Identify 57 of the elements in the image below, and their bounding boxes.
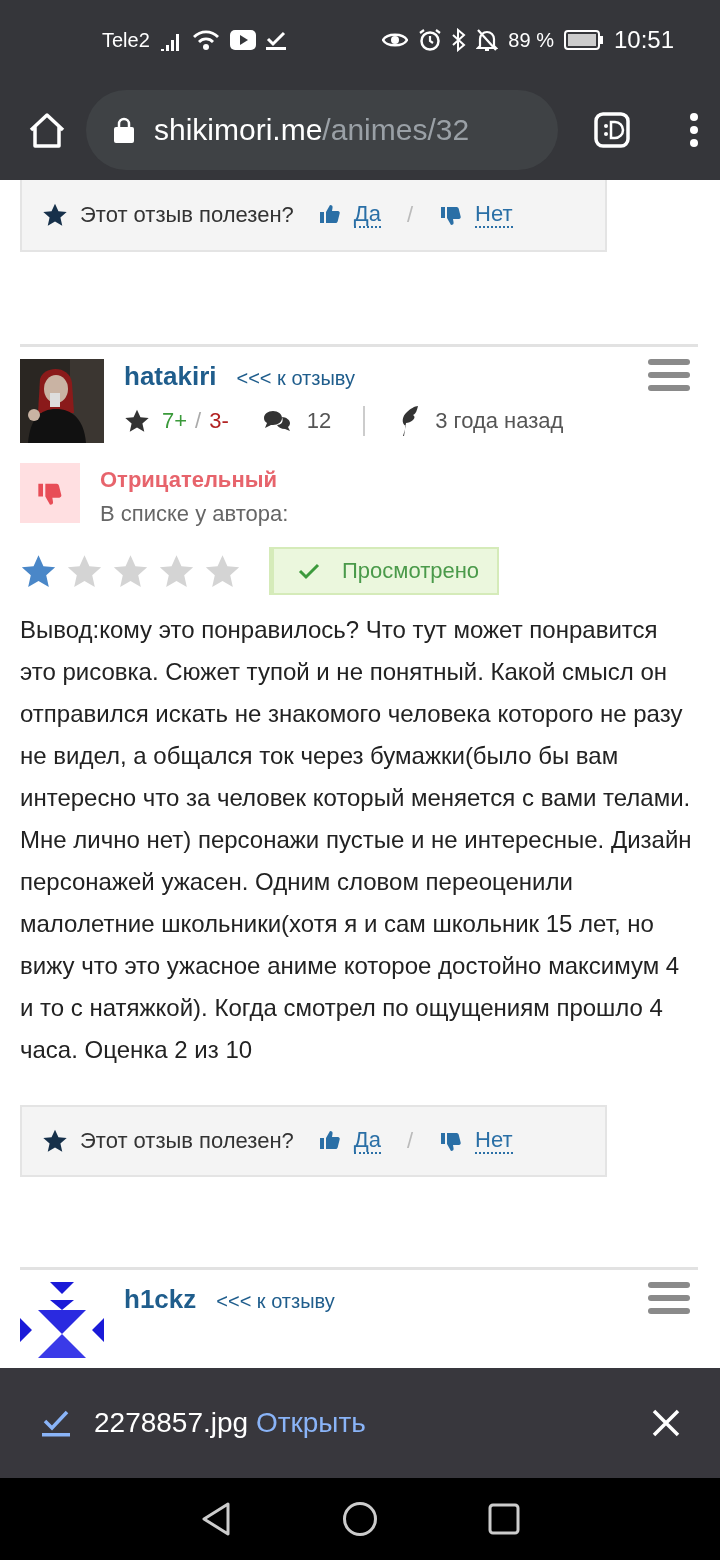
review-time: 3 года назад — [435, 408, 564, 434]
carrier-label: Tele2 — [102, 28, 150, 52]
extension-icon[interactable] — [594, 112, 630, 148]
battery-icon — [563, 30, 604, 50]
clock: 10:51 — [613, 26, 674, 54]
back-link[interactable]: <<< к отзыву — [236, 367, 355, 390]
recents-icon[interactable] — [488, 1503, 520, 1535]
thumbs-down-badge — [20, 463, 80, 523]
star-icon — [66, 552, 103, 590]
menu-icon[interactable] — [648, 1282, 690, 1314]
video-icon — [229, 30, 256, 50]
url-text: shikimori.me/animes/32 — [154, 113, 470, 147]
address-bar[interactable]: shikimori.me/animes/32 — [86, 90, 558, 170]
votes-minus: 3- — [209, 408, 229, 434]
no-link[interactable]: Нет — [475, 1127, 513, 1155]
username-link[interactable]: hatakiri — [124, 361, 217, 392]
home-icon[interactable] — [342, 1501, 378, 1537]
separator: / — [406, 1128, 414, 1154]
review-text: Вывод:кому это понравилось? Что тут может понравится это рисовка. Сюжет тупой и не понятный. Какой смысл он отправился искать не знакомого человека которого не разу не видел, а общался ток через бумажки(было бы вам интересно что за человек который меняется с вами телами. Мне лично нет) персонажи пустые и не интересные. Дизайн персонажей ужасен. Одним словом переоценили малолетние школьники(хотя я и сам школьник 15 лет, но вижу что это ужасное аниме которое достойно максимум 4 и то с натяжкой). Когда смотрел по ощущениям прошло 4 часа. Оценка 2 из 10 — [20, 615, 693, 1065]
helpful-question: Этот отзыв полезен? — [80, 202, 294, 228]
yes-link[interactable]: Да — [353, 1127, 381, 1155]
star-icon — [42, 202, 68, 228]
list-label: В списке у автора: — [100, 501, 289, 527]
no-link[interactable]: Нет — [475, 201, 513, 229]
helpful-question: Этот отзыв полезен? — [80, 1128, 294, 1154]
lock-icon — [114, 117, 134, 143]
download-done-icon — [42, 1409, 70, 1437]
star-icon — [112, 552, 149, 590]
download-done-icon — [265, 30, 286, 50]
votes-plus: 7+ — [162, 408, 188, 434]
eye-icon — [382, 31, 409, 49]
alarm-icon — [418, 28, 443, 52]
username-link[interactable]: h1ckz — [124, 1284, 197, 1315]
open-link[interactable]: Открыть — [255, 1407, 366, 1438]
sentiment-label: Отрицательный — [100, 467, 278, 493]
close-icon[interactable] — [652, 1409, 680, 1437]
comments-icon — [262, 409, 291, 433]
check-icon — [298, 562, 320, 580]
yes-link[interactable]: Да — [353, 201, 381, 229]
star-icon — [124, 408, 150, 434]
star-icon — [42, 1128, 68, 1154]
star-icon — [158, 552, 195, 590]
star-icon — [20, 552, 57, 590]
bluetooth-icon — [452, 28, 467, 52]
menu-icon[interactable] — [648, 359, 690, 391]
file-name: 2278857.jpg — [94, 1407, 249, 1438]
votes-separator: / — [195, 408, 202, 434]
status-label: Просмотрено — [342, 558, 480, 584]
back-icon[interactable] — [200, 1501, 232, 1537]
bell-off-icon — [476, 28, 499, 52]
separator: / — [406, 202, 414, 228]
wifi-icon — [191, 29, 220, 51]
comments-count: 12 — [306, 408, 332, 434]
more-icon[interactable] — [688, 112, 700, 148]
back-link[interactable]: <<< к отзыву — [216, 1290, 335, 1313]
star-icon — [204, 552, 241, 590]
battery-percent: 89 % — [508, 28, 554, 52]
